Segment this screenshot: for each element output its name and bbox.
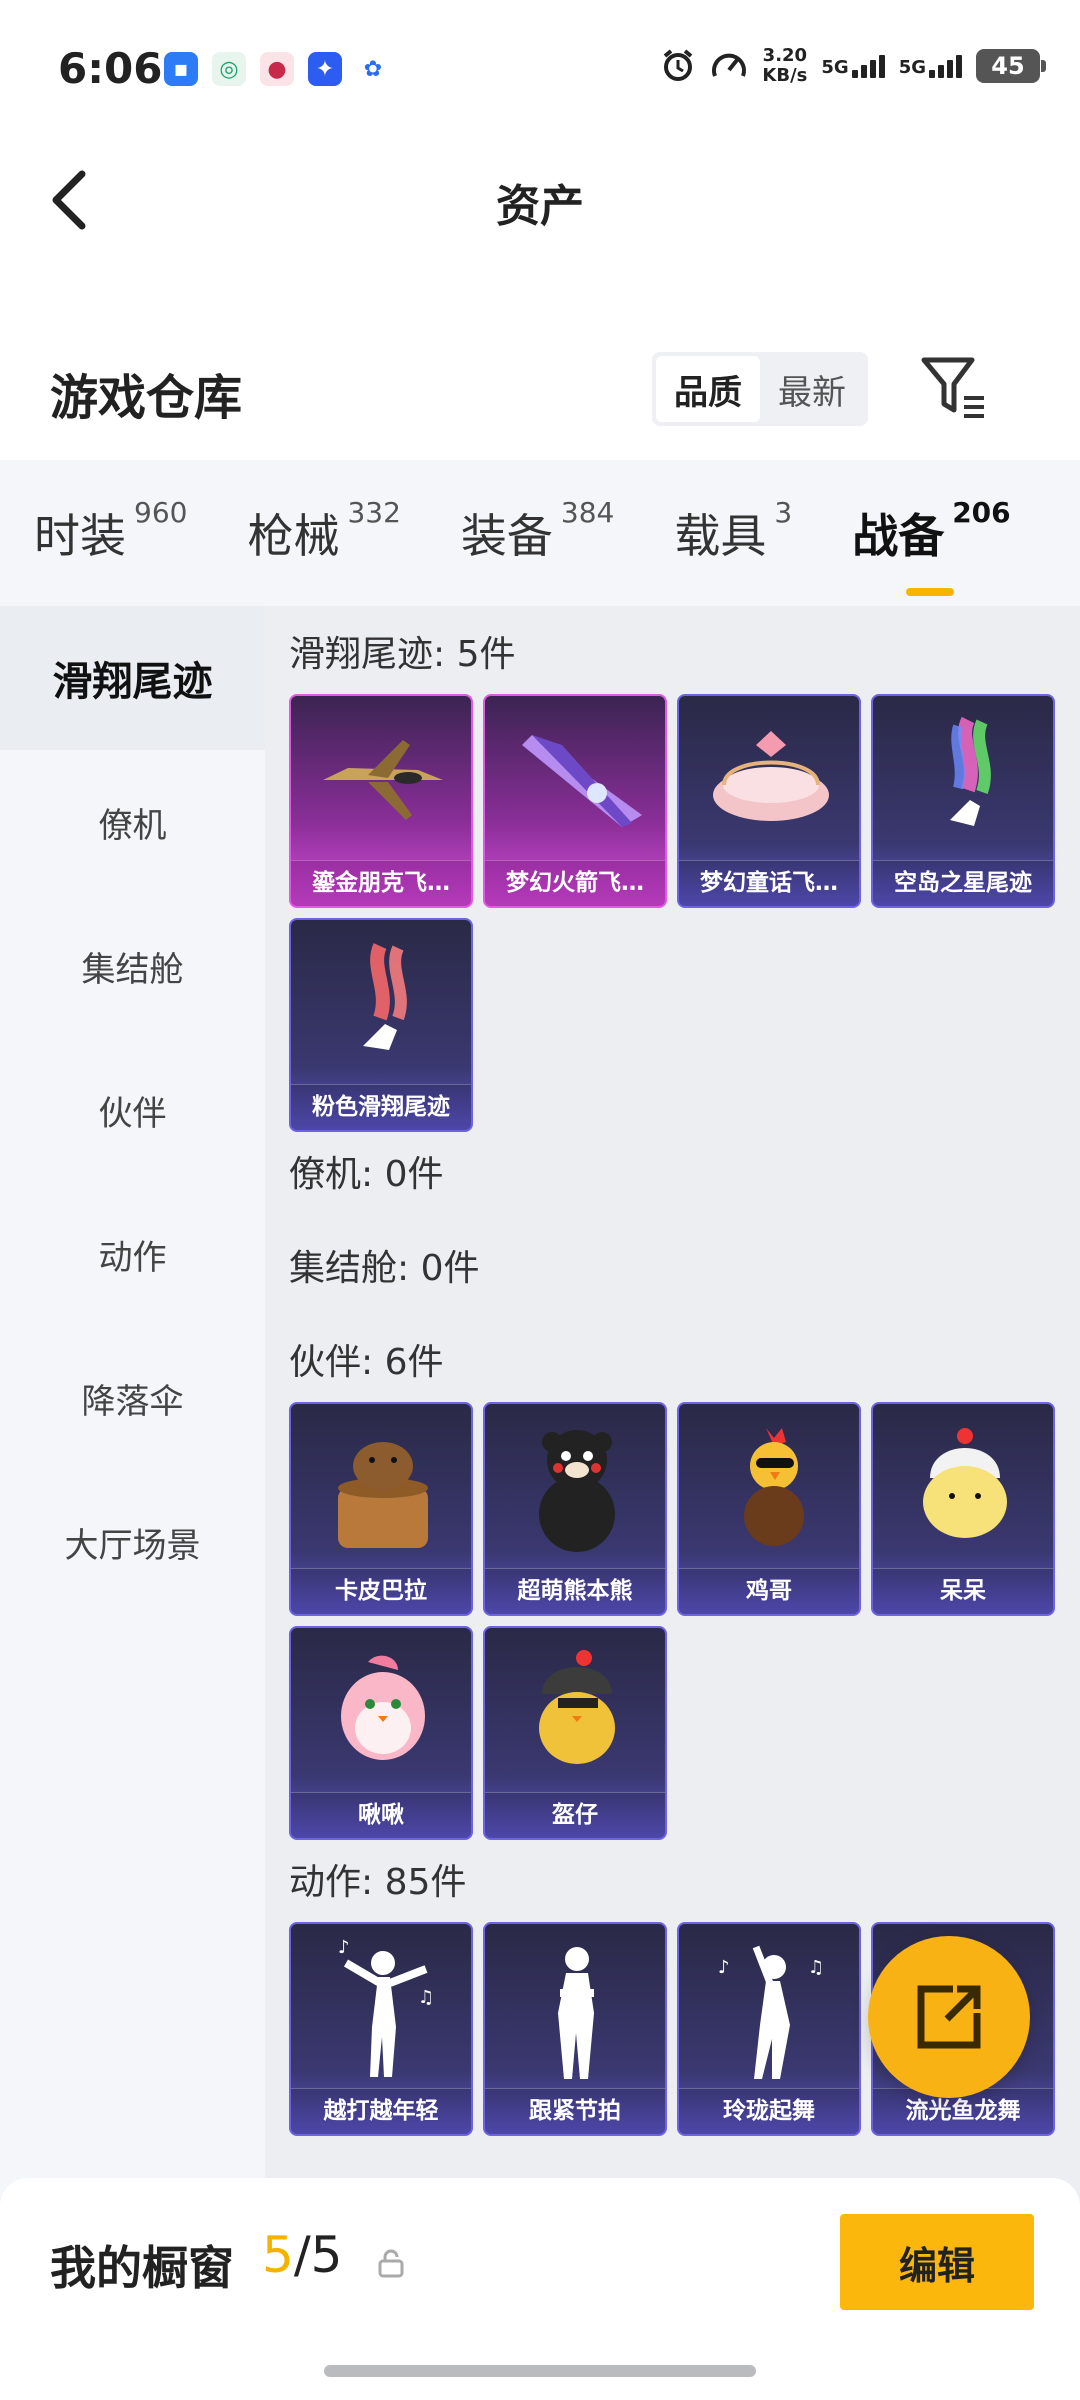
signal-bars-icon bbox=[851, 54, 885, 78]
warehouse-header: 游戏仓库 品质 最新 bbox=[0, 330, 1080, 460]
jet-icon bbox=[291, 696, 471, 864]
speedometer-icon bbox=[712, 53, 747, 77]
bear-icon bbox=[485, 1404, 665, 1572]
showcase-title: 我的橱窗 bbox=[50, 2241, 234, 2295]
showcase-count: 5/5 bbox=[262, 2226, 343, 2284]
sort-toggle: 品质 最新 bbox=[652, 352, 868, 426]
tab-combat-gear[interactable]: 战备 206 bbox=[852, 496, 1011, 596]
glide-grid: 鎏金朋克飞… 梦幻火箭飞… 梦幻童话飞… 空岛之星尾迹 粉色滑翔尾迹 bbox=[289, 694, 1080, 1132]
signal-1: 5G bbox=[821, 54, 885, 78]
helmet-chick-icon bbox=[485, 1628, 665, 1796]
item-list: 滑翔尾迹: 5件 鎏金朋克飞… 梦幻火箭飞… 梦幻童话飞… 空岛之星尾迹 粉色滑… bbox=[265, 606, 1080, 2400]
sidebar-item-emote[interactable]: 动作 bbox=[0, 1182, 265, 1326]
item-card[interactable]: ♪ ♫ 玲珑起舞 bbox=[677, 1922, 861, 2136]
signal-2: 5G bbox=[899, 54, 962, 78]
chicken-icon bbox=[679, 1404, 859, 1572]
item-card[interactable]: 粉色滑翔尾迹 bbox=[289, 918, 473, 1132]
item-card[interactable]: 盔仔 bbox=[483, 1626, 667, 1840]
sidebar-item-lobby-scene[interactable]: 大厅场景 bbox=[0, 1470, 265, 1614]
fairytale-carriage-icon bbox=[679, 696, 859, 864]
page-title: 资产 bbox=[496, 181, 584, 232]
baidu-icon: ✿ bbox=[356, 52, 390, 86]
item-card[interactable]: 卡皮巴拉 bbox=[289, 1402, 473, 1616]
svg-text:♪: ♪ bbox=[718, 1957, 730, 1978]
item-card[interactable]: 超萌熊本熊 bbox=[483, 1402, 667, 1616]
share-fab[interactable] bbox=[868, 1936, 1030, 2098]
sidebar: 滑翔尾迹 僚机 集结舱 伙伴 动作 降落伞 大厅场景 bbox=[0, 606, 265, 2400]
tab-fashion[interactable]: 时装 960 bbox=[34, 496, 187, 566]
section-title-emote: 动作: 85件 bbox=[289, 1862, 467, 1903]
sidebar-item-glide-trail[interactable]: 滑翔尾迹 bbox=[0, 606, 265, 750]
dancer-icon: ♪ ♫ bbox=[291, 1924, 471, 2092]
item-card[interactable]: 鎏金朋克飞… bbox=[289, 694, 473, 908]
active-tab-underline bbox=[906, 588, 955, 596]
tab-vehicles[interactable]: 载具 3 bbox=[674, 496, 792, 566]
section-title-partner: 伙伴: 6件 bbox=[289, 1342, 444, 1383]
item-card[interactable]: 跟紧节拍 bbox=[483, 1922, 667, 2136]
warehouse-title: 游戏仓库 bbox=[50, 370, 243, 426]
item-card[interactable]: 空岛之星尾迹 bbox=[871, 694, 1055, 908]
capybara-icon bbox=[291, 1404, 471, 1572]
section-title-glide: 滑翔尾迹: 5件 bbox=[289, 634, 516, 675]
mobile-app-icon: ◎ bbox=[212, 52, 246, 86]
sidebar-item-wingman[interactable]: 僚机 bbox=[0, 750, 265, 894]
tab-equipment[interactable]: 装备 384 bbox=[461, 496, 614, 566]
edit-button[interactable]: 编辑 bbox=[840, 2214, 1034, 2310]
status-bar: 6:06 ▪ ◎ ● ✦ ✿ 3.20 KB/s 5G 5G 45 bbox=[0, 0, 1080, 140]
item-card[interactable]: ♪ ♫ 越打越年轻 bbox=[289, 1922, 473, 2136]
app-icon: ✦ bbox=[308, 52, 342, 86]
share-icon bbox=[917, 1985, 981, 2049]
item-card[interactable]: 梦幻火箭飞… bbox=[483, 694, 667, 908]
message-icon: ▪ bbox=[164, 52, 198, 86]
dancer-icon bbox=[485, 1924, 665, 2092]
section-title-wingman: 僚机: 0件 bbox=[289, 1154, 444, 1195]
svg-text:♫: ♫ bbox=[418, 1987, 434, 2008]
home-indicator[interactable] bbox=[324, 2365, 756, 2377]
sidebar-item-assembly-pod[interactable]: 集结舱 bbox=[0, 894, 265, 1038]
sidebar-item-parachute[interactable]: 降落伞 bbox=[0, 1326, 265, 1470]
alarm-icon bbox=[664, 49, 693, 81]
pink-trail-icon bbox=[291, 920, 471, 1088]
sort-newest-button[interactable]: 最新 bbox=[760, 356, 864, 422]
dancer-icon: ♪ ♫ bbox=[679, 1924, 859, 2092]
battery-icon: 45 bbox=[976, 49, 1046, 83]
filter-icon[interactable] bbox=[918, 352, 992, 426]
pink-bird-icon bbox=[291, 1628, 471, 1796]
rocket-glider-icon bbox=[485, 696, 665, 864]
item-card[interactable]: 梦幻童话飞… bbox=[677, 694, 861, 908]
tab-guns[interactable]: 枪械 332 bbox=[247, 496, 400, 566]
top-nav: 资产 bbox=[0, 140, 1080, 260]
category-tabs: 时装 960 枪械 332 装备 384 载具 3 战备 206 bbox=[0, 460, 1080, 606]
svg-text:♪: ♪ bbox=[338, 1937, 350, 1958]
item-card[interactable]: 鸡哥 bbox=[677, 1402, 861, 1616]
lock-icon bbox=[378, 2249, 404, 2278]
item-card[interactable]: 啾啾 bbox=[289, 1626, 473, 1840]
star-trail-icon bbox=[873, 696, 1053, 864]
section-title-assembly: 集结舱: 0件 bbox=[289, 1248, 480, 1289]
chick-icon bbox=[873, 1404, 1053, 1572]
notification-icons: ▪ ◎ ● ✦ ✿ bbox=[164, 52, 390, 86]
sidebar-item-partner[interactable]: 伙伴 bbox=[0, 1038, 265, 1182]
status-time: 6:06 bbox=[58, 44, 163, 93]
svg-text:♫: ♫ bbox=[808, 1957, 824, 1978]
avatar-app-icon: ● bbox=[260, 52, 294, 86]
partner-grid: 卡皮巴拉 超萌熊本熊 鸡哥 呆呆 啾啾 盔仔 bbox=[289, 1402, 1080, 1840]
net-speed: 3.20 KB/s bbox=[762, 45, 808, 86]
sort-quality-button[interactable]: 品质 bbox=[656, 356, 760, 422]
signal-bars-icon bbox=[929, 54, 962, 78]
item-card[interactable]: 呆呆 bbox=[871, 1402, 1055, 1616]
